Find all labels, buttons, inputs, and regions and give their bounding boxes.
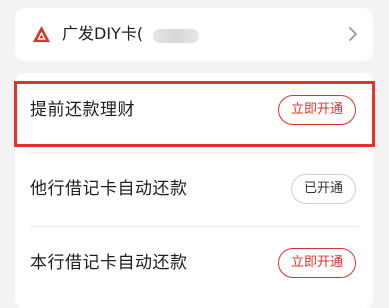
masked-card-number xyxy=(153,29,199,43)
card-name: 广发DIY卡( xyxy=(62,24,144,43)
card-selector[interactable]: 广发DIY卡( xyxy=(15,8,373,61)
row-label: 本行借记卡自动还款 xyxy=(30,253,188,273)
list-item-other-bank-autopay[interactable]: 他行借记卡自动还款 已开通 xyxy=(15,152,373,226)
bank-logo-icon xyxy=(32,25,51,43)
open-now-button[interactable]: 立即开通 xyxy=(277,248,356,278)
chevron-right-icon xyxy=(349,27,357,41)
opened-button[interactable]: 已开通 xyxy=(290,174,356,204)
list-item-own-bank-autopay[interactable]: 本行借记卡自动还款 立即开通 xyxy=(15,226,373,300)
highlight-box xyxy=(14,81,375,147)
row-label: 他行借记卡自动还款 xyxy=(30,179,188,199)
